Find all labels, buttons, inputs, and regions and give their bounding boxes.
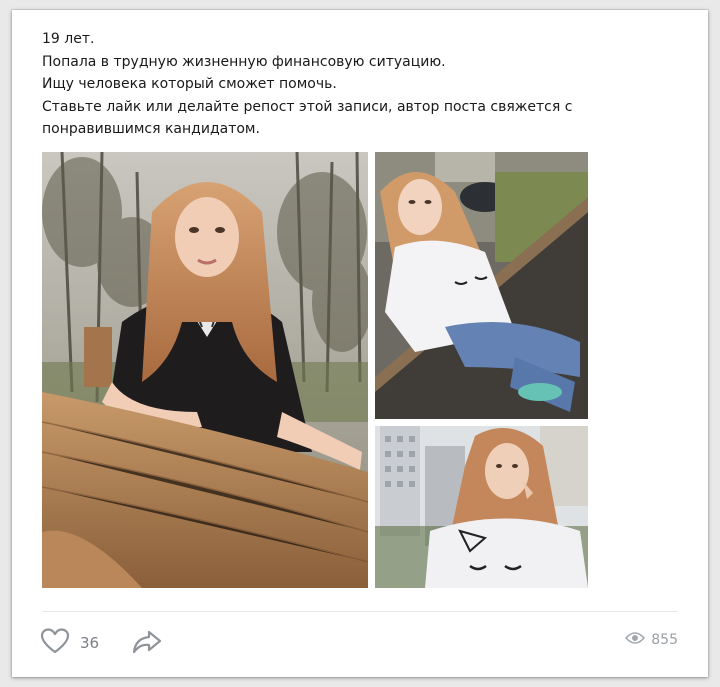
like-button[interactable]: 36: [40, 628, 99, 658]
post-text-line: Ищу человека который сможет помочь.: [42, 76, 337, 92]
like-count: 36: [80, 634, 100, 652]
post-text-line: Ставьте лайк или делайте репост этой зап…: [42, 98, 573, 115]
heart-icon[interactable]: [40, 628, 70, 658]
photo-main[interactable]: [42, 152, 368, 588]
share-button[interactable]: [132, 629, 162, 659]
footer-divider: [42, 611, 678, 612]
views-counter: 855: [625, 630, 678, 649]
post-text-line: Попала в трудную жизненную финансовую си…: [42, 53, 446, 70]
views-count: 855: [651, 631, 678, 648]
post-text: 19 лет. Попала в трудную жизненную финан…: [42, 28, 682, 141]
eye-icon: [625, 630, 646, 649]
post-text-line: понравившимся кандидатом.: [42, 121, 260, 137]
post-card: 19 лет. Попала в трудную жизненную финан…: [12, 10, 708, 677]
post-actions: 36 855: [40, 628, 680, 658]
share-arrow-icon[interactable]: [132, 630, 162, 659]
photo-top-right[interactable]: [375, 152, 588, 419]
post-text-line: 19 лет.: [42, 31, 95, 47]
photo-bottom-right[interactable]: [375, 426, 588, 588]
